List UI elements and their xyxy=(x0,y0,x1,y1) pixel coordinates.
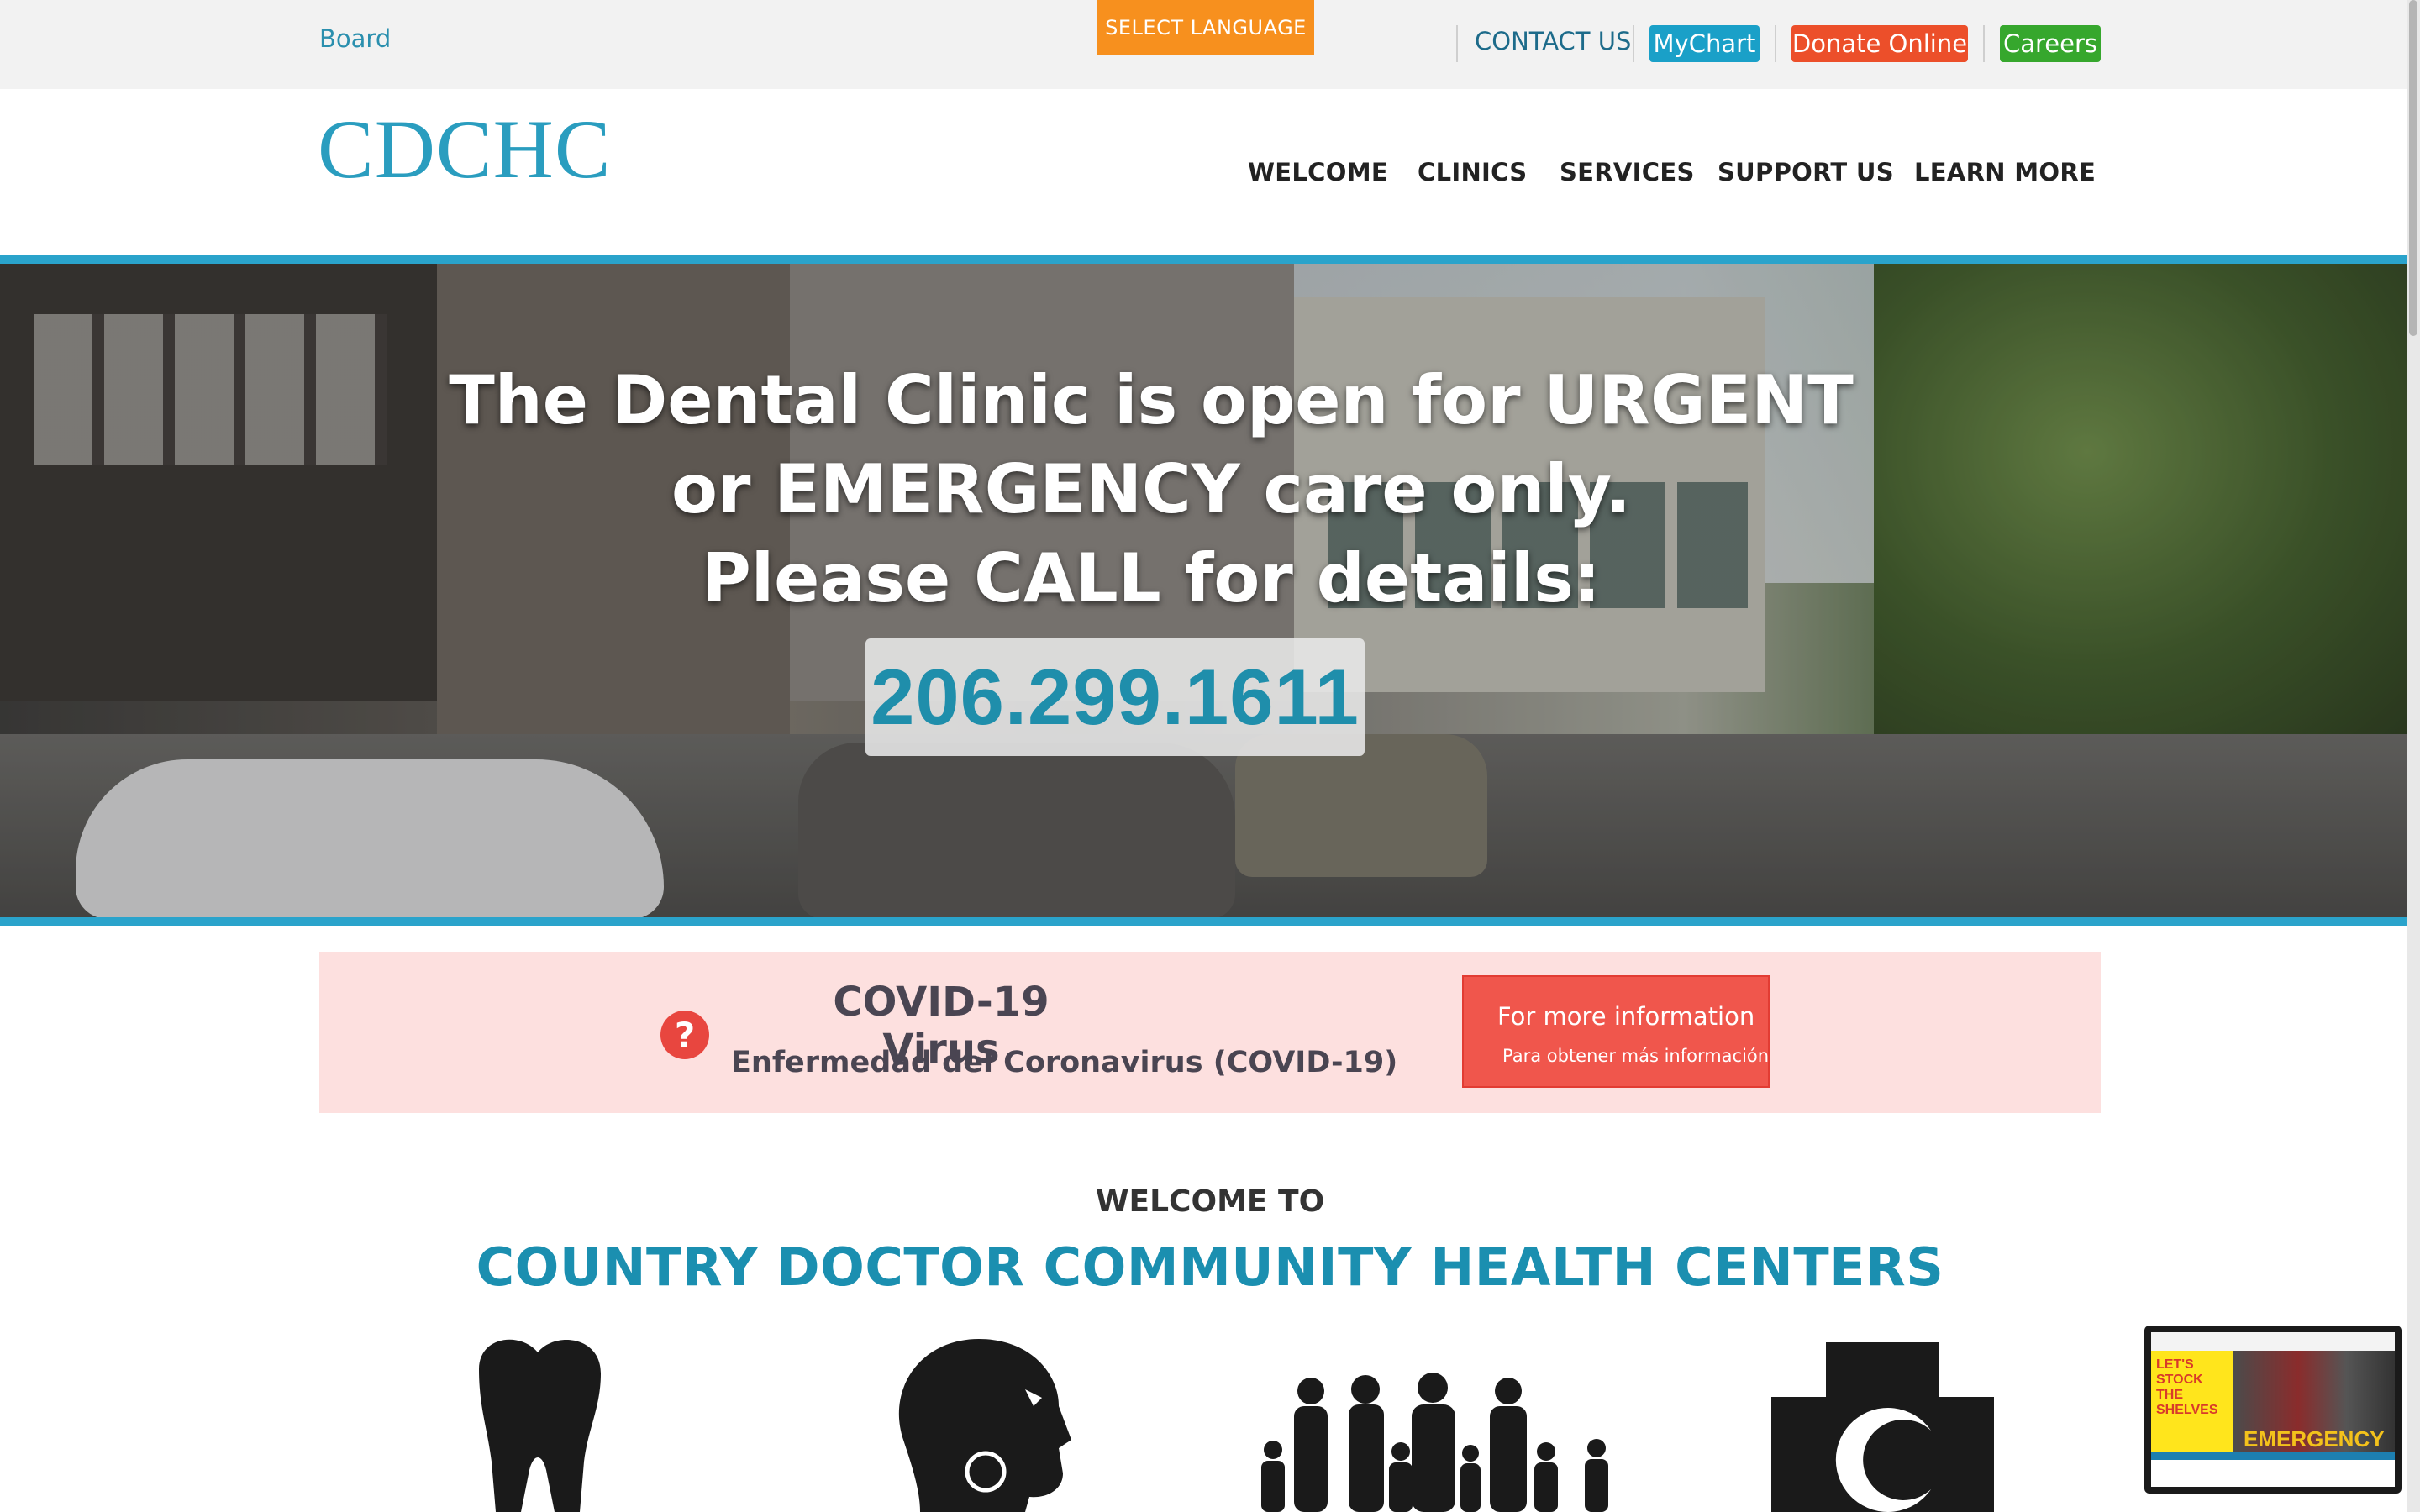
promo-overlay-text: EMERGENCY xyxy=(2244,1426,2385,1452)
nav-learn-more[interactable]: LEARN MORE xyxy=(1914,158,2096,186)
tooth-icon[interactable] xyxy=(454,1336,622,1512)
promo-text: LET'S STOCK THE SHELVES xyxy=(2156,1357,2218,1417)
divider xyxy=(1775,25,1776,62)
page-scrollbar[interactable] xyxy=(2407,0,2420,1512)
divider xyxy=(1983,25,1985,62)
more-info-button[interactable]: For more information Para obtener más in… xyxy=(1462,975,1770,1088)
promo-bar xyxy=(2151,1452,2395,1460)
board-link[interactable]: Board xyxy=(319,24,391,53)
phone-box[interactable]: 206.299.1611 xyxy=(865,638,1365,756)
welcome-title: COUNTRY DOCTOR COMMUNITY HEALTH CENTERS xyxy=(476,1236,1944,1298)
divider xyxy=(1633,25,1634,62)
nav-support-us[interactable]: SUPPORT US xyxy=(1718,158,1894,186)
covid-banner: ? COVID-19 Virus Enfermedad del Coronavi… xyxy=(319,952,2101,1113)
question-icon: ? xyxy=(660,1011,709,1059)
nav-welcome[interactable]: WELCOME xyxy=(1248,158,1388,186)
hero-line: The Dental Clinic is open for URGENT xyxy=(449,361,1854,439)
more-info-label: For more information xyxy=(1497,1002,1755,1031)
promo-screen: LET'S STOCK THE SHELVES EMERGENCY xyxy=(2151,1332,2395,1487)
head-profile-icon[interactable] xyxy=(886,1339,1088,1512)
more-info-label-es: Para obtener más información xyxy=(1502,1046,1770,1066)
donate-online-button[interactable]: Donate Online xyxy=(1791,25,1968,62)
hero-banner: The Dental Clinic is open for URGENT or … xyxy=(0,255,2407,926)
mychart-button[interactable]: MyChart xyxy=(1649,25,1760,62)
careers-button[interactable]: Careers xyxy=(2000,25,2101,62)
site-logo[interactable]: CDCHC xyxy=(318,108,612,192)
scrollbar-thumb[interactable] xyxy=(2409,0,2417,336)
medical-cross-icon[interactable] xyxy=(1771,1342,1998,1512)
select-language-button[interactable]: SELECT LANGUAGE xyxy=(1097,0,1314,55)
family-icon[interactable] xyxy=(1256,1373,1618,1512)
promo-header xyxy=(2151,1332,2395,1351)
phone-number[interactable]: 206.299.1611 xyxy=(871,652,1360,743)
site-header: CDCHC WELCOME CLINICS SERVICES SUPPORT U… xyxy=(0,89,2407,255)
welcome-kicker: WELCOME TO xyxy=(1095,1184,1325,1219)
utility-bar: Board SELECT LANGUAGE CONTACT US MyChart… xyxy=(0,0,2407,89)
nav-services[interactable]: SERVICES xyxy=(1560,158,1695,186)
promo-thumbnail[interactable]: LET'S STOCK THE SHELVES EMERGENCY xyxy=(2144,1326,2402,1494)
hero-line: Please CALL for details: xyxy=(702,539,1601,617)
contact-us-link[interactable]: CONTACT US xyxy=(1475,27,1631,55)
covid-subtitle: Enfermedad del Coronavirus (COVID-19) xyxy=(731,1046,1398,1079)
nav-clinics[interactable]: CLINICS xyxy=(1418,158,1527,186)
hero-line: or EMERGENCY care only. xyxy=(671,450,1632,528)
divider xyxy=(1456,25,1458,62)
hero-headline: The Dental Clinic is open for URGENT or … xyxy=(420,356,1882,623)
